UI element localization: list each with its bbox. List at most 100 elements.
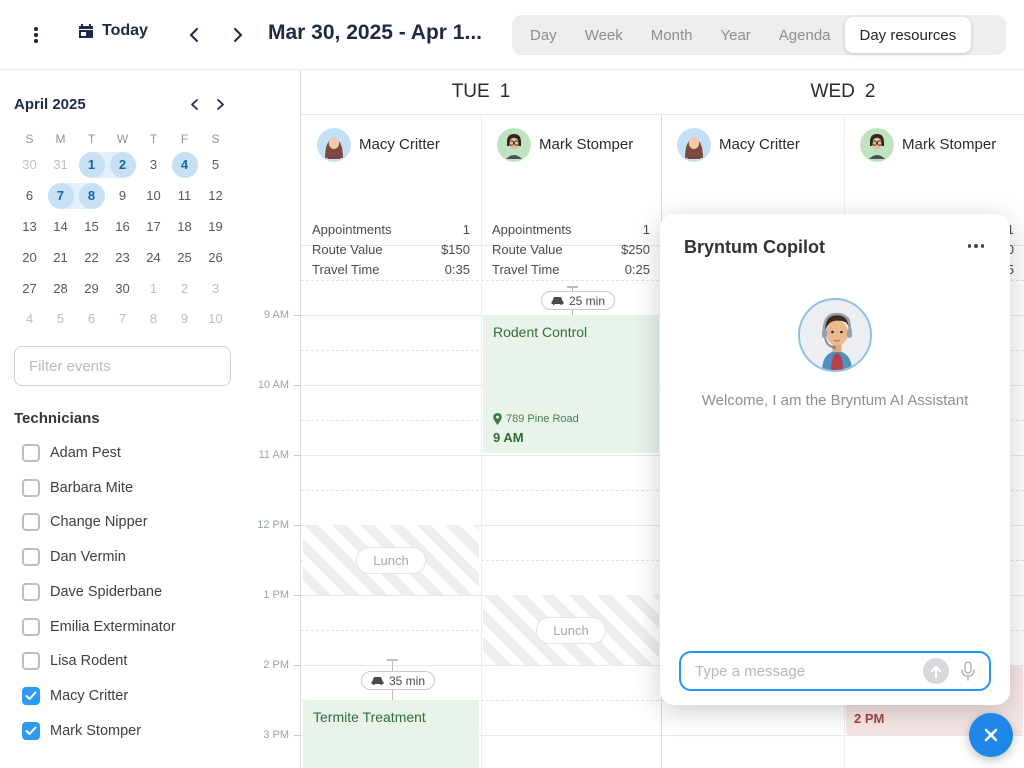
technician-checkbox[interactable] xyxy=(22,583,40,601)
time-label: 11 AM xyxy=(259,449,289,461)
copilot-menu-icon[interactable] xyxy=(964,240,989,252)
time-label: 9 AM xyxy=(264,309,289,321)
mini-calendar-prev-icon[interactable] xyxy=(185,95,203,113)
date-cell[interactable]: 4 xyxy=(14,304,45,335)
date-cell[interactable]: 18 xyxy=(169,212,200,243)
technician-row[interactable]: Dan Vermin xyxy=(0,540,260,574)
technician-checkbox[interactable] xyxy=(22,652,40,670)
stat-value: 1 xyxy=(463,220,470,240)
mini-calendar-next-icon[interactable] xyxy=(211,95,229,113)
date-cell[interactable]: 22 xyxy=(76,242,107,273)
event-lunch-mark-tue[interactable]: Lunch xyxy=(483,595,659,665)
filter-events-input[interactable] xyxy=(14,346,231,386)
date-cell[interactable]: 1 xyxy=(138,273,169,304)
technician-checkbox[interactable] xyxy=(22,479,40,497)
prev-button[interactable] xyxy=(183,24,205,46)
technician-checkbox[interactable] xyxy=(22,618,40,636)
date-cell[interactable]: 21 xyxy=(45,242,76,273)
date-cell[interactable]: 27 xyxy=(14,273,45,304)
event-title: Lunch xyxy=(356,547,425,574)
tab-agenda[interactable]: Agenda xyxy=(765,17,845,53)
technician-checkbox[interactable] xyxy=(22,722,40,740)
date-cell[interactable]: 3 xyxy=(200,273,231,304)
next-button[interactable] xyxy=(227,24,249,46)
date-cell[interactable]: 2 xyxy=(169,273,200,304)
calendar-icon xyxy=(78,23,94,39)
technician-checkbox[interactable] xyxy=(22,513,40,531)
technician-row[interactable]: Mark Stomper xyxy=(0,714,260,748)
technician-name: Emilia Exterminator xyxy=(50,619,176,635)
date-cell[interactable]: 8 xyxy=(76,181,107,212)
mini-calendar-title: April 2025 xyxy=(14,96,86,113)
technician-row[interactable]: Macy Critter xyxy=(0,679,260,713)
kebab-menu-icon[interactable] xyxy=(29,24,43,46)
date-cell[interactable]: 10 xyxy=(200,304,231,335)
technician-row[interactable]: Dave Spiderbane xyxy=(0,575,260,609)
technician-row[interactable]: Adam Pest xyxy=(0,436,260,470)
technician-row[interactable]: Change Nipper xyxy=(0,505,260,539)
date-cell[interactable]: 1 xyxy=(76,150,107,181)
microphone-icon[interactable] xyxy=(957,660,979,682)
copilot-title: Bryntum Copilot xyxy=(684,237,825,258)
close-copilot-fab[interactable] xyxy=(969,713,1013,757)
event-rodent-control[interactable]: Rodent Control 789 Pine Road 9 AM xyxy=(483,315,659,453)
event-lunch-macy-tue[interactable]: Lunch xyxy=(303,525,479,595)
tab-day-resources[interactable]: Day resources xyxy=(845,17,972,53)
date-cell[interactable]: 6 xyxy=(14,181,45,212)
date-cell[interactable]: 11 xyxy=(169,181,200,212)
tab-week[interactable]: Week xyxy=(571,17,637,53)
date-cell[interactable]: 15 xyxy=(76,212,107,243)
date-cell[interactable]: 17 xyxy=(138,212,169,243)
date-cell[interactable]: 14 xyxy=(45,212,76,243)
tab-month[interactable]: Month xyxy=(637,17,707,53)
date-cell[interactable]: 13 xyxy=(14,212,45,243)
tab-day[interactable]: Day xyxy=(516,17,571,53)
date-cell[interactable]: 28 xyxy=(45,273,76,304)
date-cell[interactable]: 9 xyxy=(169,304,200,335)
date-cell[interactable]: 8 xyxy=(138,304,169,335)
date-cell[interactable]: 24 xyxy=(138,242,169,273)
date-cell[interactable]: 30 xyxy=(107,273,138,304)
date-cell[interactable]: 2 xyxy=(107,150,138,181)
date-cell[interactable]: 16 xyxy=(107,212,138,243)
date-cell[interactable]: 30 xyxy=(14,150,45,181)
date-cell[interactable]: 19 xyxy=(200,212,231,243)
technician-row[interactable]: Barbara Mite xyxy=(0,471,260,505)
technician-checkbox[interactable] xyxy=(22,687,40,705)
technician-checkbox[interactable] xyxy=(22,444,40,462)
date-cell[interactable]: 4 xyxy=(169,150,200,181)
date-cell[interactable]: 6 xyxy=(76,304,107,335)
send-button[interactable] xyxy=(923,658,949,684)
today-button[interactable]: Today xyxy=(78,22,148,40)
date-cell[interactable]: 23 xyxy=(107,242,138,273)
technicians-heading: Technicians xyxy=(14,410,100,427)
date-cell[interactable]: 9 xyxy=(107,181,138,212)
date-cell[interactable]: 26 xyxy=(200,242,231,273)
event-termite-treatment[interactable]: Termite Treatment xyxy=(303,700,479,768)
stat-label: Appointments xyxy=(312,220,392,240)
date-cell[interactable]: 25 xyxy=(169,242,200,273)
technician-row[interactable]: Emilia Exterminator xyxy=(0,610,260,644)
toolbar: Today Mar 30, 2025 - Apr 1... Day Week M… xyxy=(0,0,1024,70)
date-cell[interactable]: 20 xyxy=(14,242,45,273)
sidebar: April 2025 SMTWTFS3031123456789101112131… xyxy=(0,70,260,768)
date-cell[interactable]: 7 xyxy=(107,304,138,335)
technician-row[interactable]: Lisa Rodent xyxy=(0,644,260,678)
date-cell[interactable]: 10 xyxy=(138,181,169,212)
day-header-tue[interactable]: TUE 1 xyxy=(301,70,661,115)
time-label: 2 PM xyxy=(263,659,289,671)
tab-year[interactable]: Year xyxy=(706,17,764,53)
date-cell[interactable]: 3 xyxy=(138,150,169,181)
date-cell[interactable]: 31 xyxy=(45,150,76,181)
date-cell[interactable]: 5 xyxy=(200,150,231,181)
date-cell[interactable]: 7 xyxy=(45,181,76,212)
day-header-wed[interactable]: WED 2 xyxy=(661,70,1024,115)
copilot-message-input[interactable] xyxy=(681,663,923,680)
date-cell[interactable]: 29 xyxy=(76,273,107,304)
date-cell[interactable]: 12 xyxy=(200,181,231,212)
copilot-welcome-text: Welcome, I am the Bryntum AI Assistant xyxy=(660,392,1010,409)
resource-header-macy-tue: Macy Critter Appointments1 Route Value$1… xyxy=(301,115,481,240)
date-cell[interactable]: 5 xyxy=(45,304,76,335)
event-time: 9 AM xyxy=(493,430,579,445)
technician-checkbox[interactable] xyxy=(22,548,40,566)
